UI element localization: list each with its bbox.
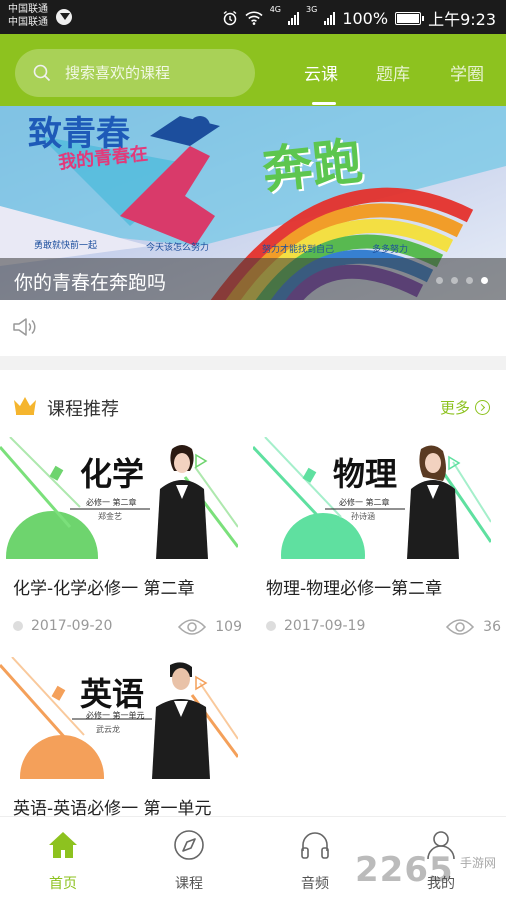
course-chapter-text: 必修一 第二章: [86, 498, 137, 507]
course-card-physics[interactable]: 物理 必修一 第二章 孙诗涵 物理-物理必修一第二章 2017-09-19 36: [253, 437, 501, 637]
top-tabs: 云课 题库 学圈: [290, 34, 506, 106]
course-subject-text: 化学: [80, 455, 145, 493]
course-title[interactable]: 物理-物理必修一第二章: [266, 574, 442, 599]
course-card-english[interactable]: 英语 必修一 第一单元 武云龙 英语-英语必修一 第一单元: [0, 657, 238, 819]
nav-courses[interactable]: 课程: [126, 817, 252, 900]
section-divider: [0, 356, 506, 370]
wifi-icon: [245, 11, 263, 25]
signal-icon-2: [324, 11, 336, 25]
carrier-1: 中国联通: [8, 4, 48, 15]
clock-icon: [13, 621, 23, 631]
speaker-icon: [13, 318, 36, 336]
teacher-name: 郑金艺: [98, 512, 122, 521]
banner-slogan-1: 勇敢就快前一起: [34, 241, 98, 251]
battery-icon: [395, 11, 425, 25]
more-label: 更多: [439, 399, 470, 417]
search-input[interactable]: [65, 64, 235, 82]
tab-question-bank[interactable]: 题库: [376, 60, 410, 85]
signal-icon-1: [288, 11, 300, 25]
course-date: 2017-09-19: [266, 618, 365, 634]
teacher-name: 武云龙: [96, 725, 120, 734]
status-indicators: 4G 3G 100% 上午9:23: [222, 6, 496, 30]
banner-slogan-4: 多多努力: [372, 245, 409, 255]
search-bar[interactable]: [15, 49, 255, 97]
home-icon: [49, 832, 77, 858]
carousel-dot-active[interactable]: [481, 277, 488, 284]
view-count: 109: [215, 619, 242, 635]
network-type-1: 4G: [269, 5, 282, 14]
course-thumbnail: 化学 必修一 第二章 郑金艺: [0, 437, 238, 559]
carousel-indicator: [436, 277, 488, 284]
carrier-2: 中国联通: [8, 17, 48, 28]
course-title[interactable]: 化学-化学必修一 第二章: [13, 574, 195, 599]
eye-icon: [178, 619, 207, 635]
tab-cloud-course[interactable]: 云课: [304, 60, 338, 85]
teacher-name: 孙诗涵: [351, 512, 375, 521]
carrier-names: 中国联通 中国联通: [8, 3, 48, 29]
course-thumbnail: 物理 必修一 第二章 孙诗涵: [253, 437, 491, 559]
search-icon: [33, 64, 51, 82]
banner-slogan-2: 今天该怎么努力: [146, 243, 210, 253]
nav-label: 首页: [49, 876, 77, 892]
status-bar: 中国联通 中国联通 4G 3G 100% 上午9:23: [0, 0, 506, 34]
more-link[interactable]: 更多: [440, 397, 490, 418]
course-views: 109: [177, 617, 242, 637]
active-tab-indicator: [312, 102, 336, 105]
carrier-badge-icon: [56, 9, 72, 25]
course-subject-text: 物理: [333, 455, 398, 493]
nav-home[interactable]: 首页: [0, 817, 126, 900]
app-header: 云课 题库 学圈: [0, 34, 506, 106]
banner-caption: 你的青春在奔跑吗: [14, 272, 167, 294]
recommended-section-header: 课程推荐 更多: [0, 370, 506, 430]
network-type-2: 3G: [306, 5, 318, 14]
tab-study-circle[interactable]: 学圈: [450, 60, 484, 85]
course-thumbnail: 英语 必修一 第一单元 武云龙: [0, 657, 238, 779]
watermark-logo: 2265: [355, 850, 454, 890]
carousel-dot[interactable]: [466, 277, 473, 284]
banner-title-3: 奔跑: [259, 130, 366, 201]
crown-icon: [14, 397, 36, 415]
course-date-text: 2017-09-19: [284, 618, 366, 634]
course-views: 36: [445, 617, 501, 637]
course-date-text: 2017-09-20: [31, 618, 113, 634]
clock-icon: [266, 621, 276, 631]
course-date: 2017-09-20: [13, 618, 112, 634]
eye-icon: [446, 619, 475, 635]
headphones-icon: [301, 832, 329, 859]
course-chapter-text: 必修一 第一单元: [86, 711, 145, 720]
alarm-icon: [223, 10, 237, 26]
watermark-subtitle: 手游网: [460, 856, 497, 870]
nav-label: 课程: [175, 876, 203, 892]
compass-icon: [174, 830, 204, 860]
carousel-dot[interactable]: [451, 277, 458, 284]
course-card-chemistry[interactable]: 化学 必修一 第二章 郑金艺 化学-化学必修一 第二章 2017-09-20 1…: [0, 437, 242, 637]
course-chapter-text: 必修一 第二章: [339, 498, 390, 507]
battery-percent: 100%: [342, 8, 389, 28]
banner-slogan-3: 努力才能找到自己: [262, 245, 335, 255]
course-subject-text: 英语: [80, 675, 145, 713]
carousel-dot[interactable]: [436, 277, 443, 284]
section-title: 课程推荐: [47, 399, 119, 420]
announcement-bar[interactable]: [0, 300, 506, 356]
view-count: 36: [483, 619, 501, 635]
clock-time: 上午9:23: [428, 10, 496, 29]
chevron-right-circle-icon: [475, 400, 490, 415]
